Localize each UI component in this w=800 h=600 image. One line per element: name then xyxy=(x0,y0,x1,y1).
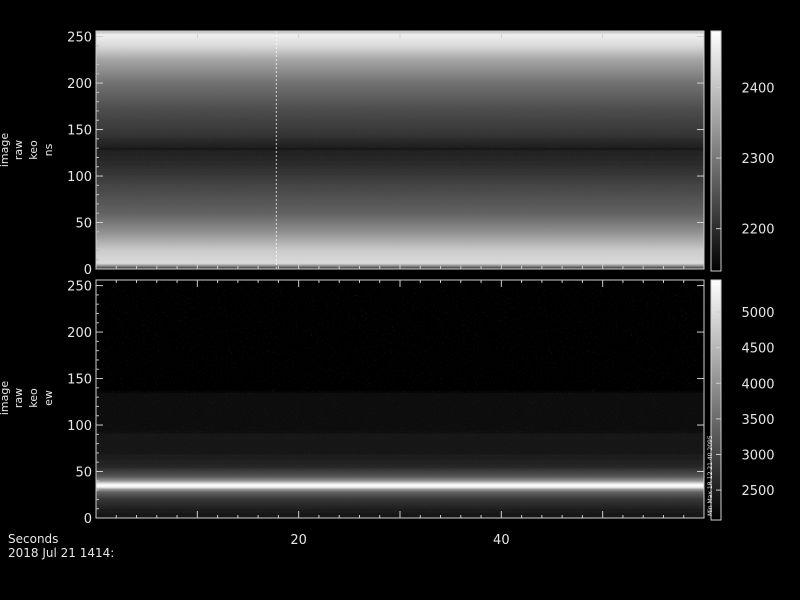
top-ylabel-line-4: ns xyxy=(42,143,55,156)
top-colorbar-axis: 2200 2300 2400 xyxy=(716,81,775,238)
top-y-tick-label: 250 xyxy=(67,31,92,46)
top-y-tick-label: 50 xyxy=(75,217,92,232)
top-ylabel-line-3: keo xyxy=(27,140,40,160)
top-y-tick-label: 200 xyxy=(67,77,92,92)
min-max-stamp: Min Max 1R 12 21 40 2095 xyxy=(707,435,714,516)
top-y-tick-label: 0 xyxy=(84,263,92,278)
bottom-colorbar-tick-label: 3500 xyxy=(741,413,774,428)
bottom-x-tick-label: 40 xyxy=(493,533,510,548)
bottom-colorbar-tick-label: 2500 xyxy=(741,484,774,499)
bottom-keogram-image xyxy=(96,280,704,518)
top-colorbar xyxy=(710,30,722,272)
top-y-tick-label: 100 xyxy=(67,170,92,185)
date-label: 2018 Jul 21 1414: xyxy=(8,546,114,560)
top-colorbar-tick-label: 2300 xyxy=(741,152,774,167)
bottom-y-tick-label: 250 xyxy=(67,280,92,295)
top-y-tick-label: 150 xyxy=(67,124,92,139)
bottom-colorbar-axis: 2500 3000 3500 4000 4500 5000 xyxy=(716,306,775,499)
bottom-colorbar-tick-label: 4000 xyxy=(741,377,774,392)
top-colorbar-tick-label: 2200 xyxy=(741,223,774,238)
bottom-y-tick-label: 50 xyxy=(75,466,92,481)
bottom-y-tick-label: 200 xyxy=(67,326,92,341)
bottom-y-tick-label: 150 xyxy=(67,373,92,388)
top-ylabel-line-1: image xyxy=(0,133,11,167)
bottom-y-tick-label: 100 xyxy=(67,419,92,434)
top-ylabel-line-2: raw xyxy=(12,140,25,160)
top-colorbar-tick-label: 2400 xyxy=(741,81,774,96)
bottom-colorbar-tick-label: 4500 xyxy=(741,342,774,357)
bottom-ylabel-line-4: ew xyxy=(42,390,55,406)
bottom-ylabel-line-1: image xyxy=(0,381,11,415)
top-keogram-panel: 0 50 100 150 200 250 image raw keo ns 2200 230… xyxy=(0,30,775,278)
bottom-ylabel-line-2: raw xyxy=(12,388,25,408)
x-axis-label: Seconds xyxy=(8,532,58,546)
bottom-y-tick-label: 0 xyxy=(84,512,92,527)
bottom-colorbar-tick-label: 3000 xyxy=(741,448,774,463)
bottom-colorbar-tick-label: 5000 xyxy=(741,306,774,321)
bottom-keogram-panel: 0 50 100 150 200 250 20 40 image raw keo ew 25… xyxy=(0,279,775,548)
bottom-x-tick-label: 20 xyxy=(290,533,307,548)
keogram-figure: 050100150200250 image raw keo ns 2200230… xyxy=(0,30,775,560)
bottom-ylabel-line-3: keo xyxy=(27,388,40,408)
